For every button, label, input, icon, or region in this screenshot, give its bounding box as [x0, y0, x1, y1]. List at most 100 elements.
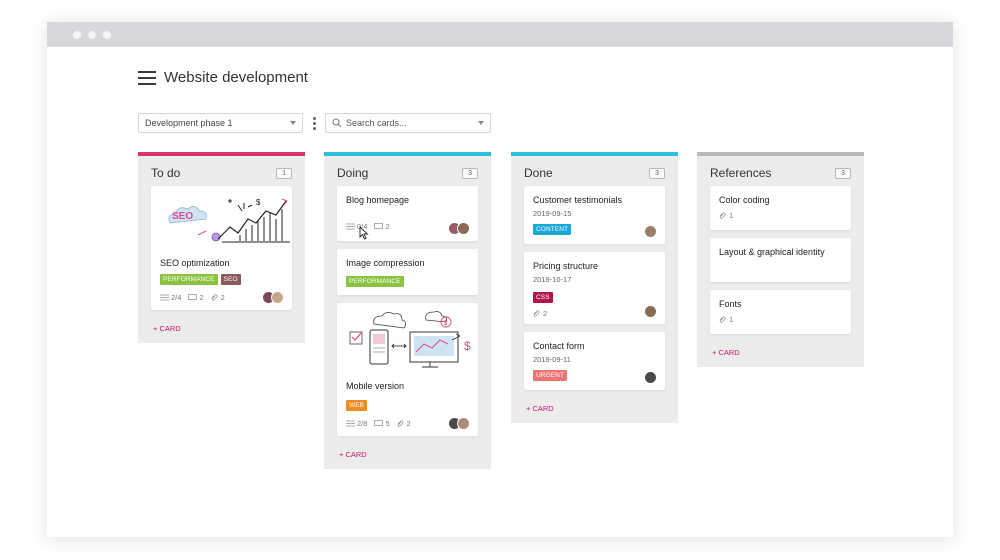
card-mobile-version[interactable]: $ $ Mobile version WEB 2/8 5 2: [337, 303, 478, 436]
checklist-count: 2/8: [357, 419, 368, 428]
card-image-compression[interactable]: Image compression PERFORMANCE: [337, 249, 478, 295]
column-doing: Doing 3 Blog homepage 0/4 2 Image compre…: [324, 152, 491, 469]
column-todo: To do 1 SEO $ SEO optimization PERFORMAN…: [138, 152, 305, 343]
comment-count: 2: [385, 222, 390, 231]
column-done: Done 3 Customer testimonials 2019-09-15 …: [511, 152, 678, 423]
column-header: To do 1: [138, 156, 305, 186]
card-meta: 1: [719, 211, 842, 220]
card-count-badge: 3: [835, 167, 851, 179]
avatar[interactable]: [457, 222, 470, 235]
svg-text:$: $: [464, 339, 471, 353]
svg-text:SEO: SEO: [172, 211, 193, 222]
attachment-count: 1: [729, 211, 734, 220]
card-members: [644, 225, 657, 238]
avatar[interactable]: [271, 291, 284, 304]
card-members: [644, 305, 657, 318]
add-card-button[interactable]: + CARD: [138, 318, 305, 343]
page-title: Website development: [164, 69, 308, 86]
card-customer-testimonials[interactable]: Customer testimonials 2019-09-15 CONTENT: [524, 186, 665, 244]
search-icon: [332, 118, 342, 128]
tag-urgent: URGENT: [533, 370, 568, 381]
checklist-icon: [346, 223, 355, 230]
card-layout-graphical-identity[interactable]: Layout & graphical identity: [710, 238, 851, 282]
attachment-count: 1: [729, 315, 734, 324]
tag-performance: PERFORMANCE: [346, 276, 404, 287]
menu-icon[interactable]: [138, 70, 156, 85]
card-tags: PERFORMANCE: [346, 276, 469, 287]
svg-text:$: $: [256, 198, 261, 207]
card-count-badge: 3: [649, 167, 665, 179]
avatar[interactable]: [644, 371, 657, 384]
avatar[interactable]: [644, 305, 657, 318]
add-card-button[interactable]: + CARD: [324, 444, 491, 469]
card-blog-homepage[interactable]: Blog homepage 0/4 2: [337, 186, 478, 241]
chevron-down-icon: [290, 121, 296, 125]
phase-select-value: Development phase 1: [145, 118, 233, 128]
card-members: [262, 291, 284, 304]
attachment-count: 2: [406, 419, 411, 428]
avatar[interactable]: [457, 417, 470, 430]
comment-icon: [374, 223, 384, 229]
column-header: Done 3: [511, 156, 678, 186]
card-title: Blog homepage: [346, 195, 410, 205]
card-tags: WEB: [346, 400, 469, 411]
card-members: [644, 371, 657, 384]
paperclip-icon: [211, 294, 218, 301]
card-tags: CONTENT: [533, 224, 656, 235]
window-close-dot[interactable]: [73, 30, 81, 39]
card-title: Mobile version: [346, 381, 405, 391]
paperclip-icon: [397, 420, 404, 427]
card-title: Layout & graphical identity: [719, 247, 825, 257]
attachment-count: 2: [543, 309, 548, 318]
avatar[interactable]: [644, 225, 657, 238]
card-meta: 1: [719, 315, 842, 324]
card-title: Image compression: [346, 258, 425, 268]
column-title: To do: [151, 166, 181, 180]
card-count-badge: 3: [462, 167, 478, 179]
card-seo-optimization[interactable]: SEO $ SEO optimization PERFORMANCE SEO 2…: [151, 186, 292, 310]
column-header: References 3: [697, 156, 864, 186]
card-title: Pricing structure: [533, 261, 599, 271]
comment-count: 5: [385, 419, 390, 428]
card-members: [448, 222, 470, 235]
chevron-down-icon[interactable]: [478, 121, 484, 125]
mouse-cursor-icon: [359, 226, 369, 240]
card-pricing-structure[interactable]: Pricing structure 2019-10-17 CSS 2: [524, 252, 665, 324]
window-minimize-dot[interactable]: [88, 30, 96, 39]
card-due-date: 2019-09-15: [533, 209, 572, 218]
card-tags: PERFORMANCE SEO: [160, 274, 283, 285]
checklist-icon: [346, 420, 355, 427]
card-title: Color coding: [719, 195, 770, 205]
comment-icon: [188, 294, 198, 300]
board-toolbar: Development phase 1: [138, 113, 491, 133]
search-box[interactable]: [325, 113, 491, 133]
add-card-button[interactable]: + CARD: [697, 342, 864, 367]
card-count-badge: 1: [276, 167, 292, 179]
window-maximize-dot[interactable]: [103, 30, 111, 39]
tag-css: CSS: [533, 292, 553, 303]
add-card-button[interactable]: + CARD: [511, 398, 678, 423]
attachment-count: 2: [220, 293, 225, 302]
column-title: Doing: [337, 166, 369, 180]
card-tags: CSS: [533, 292, 656, 303]
comment-icon: [374, 420, 384, 426]
column-title: Done: [524, 166, 553, 180]
board-header: Website development: [138, 69, 308, 86]
card-members: [448, 417, 470, 430]
paperclip-icon: [719, 316, 726, 323]
column-references: References 3 Color coding 1 Layout & gra…: [697, 152, 864, 367]
card-title: SEO optimization: [160, 258, 230, 268]
card-tags: URGENT: [533, 370, 656, 381]
card-due-date: 2019-10-17: [533, 275, 572, 284]
card-title: Contact form: [533, 341, 585, 351]
tag-performance: PERFORMANCE: [160, 274, 218, 285]
card-fonts[interactable]: Fonts 1: [710, 290, 851, 334]
phase-select[interactable]: Development phase 1: [138, 113, 303, 133]
card-color-coding[interactable]: Color coding 1: [710, 186, 851, 230]
card-contact-form[interactable]: Contact form 2019-09-11 URGENT: [524, 332, 665, 390]
more-options-icon[interactable]: [308, 116, 320, 131]
devices-illustration: $ $: [349, 311, 471, 368]
seo-growth-illustration: SEO $: [168, 198, 290, 243]
search-input[interactable]: [342, 118, 466, 128]
window-titlebar: [47, 22, 953, 47]
